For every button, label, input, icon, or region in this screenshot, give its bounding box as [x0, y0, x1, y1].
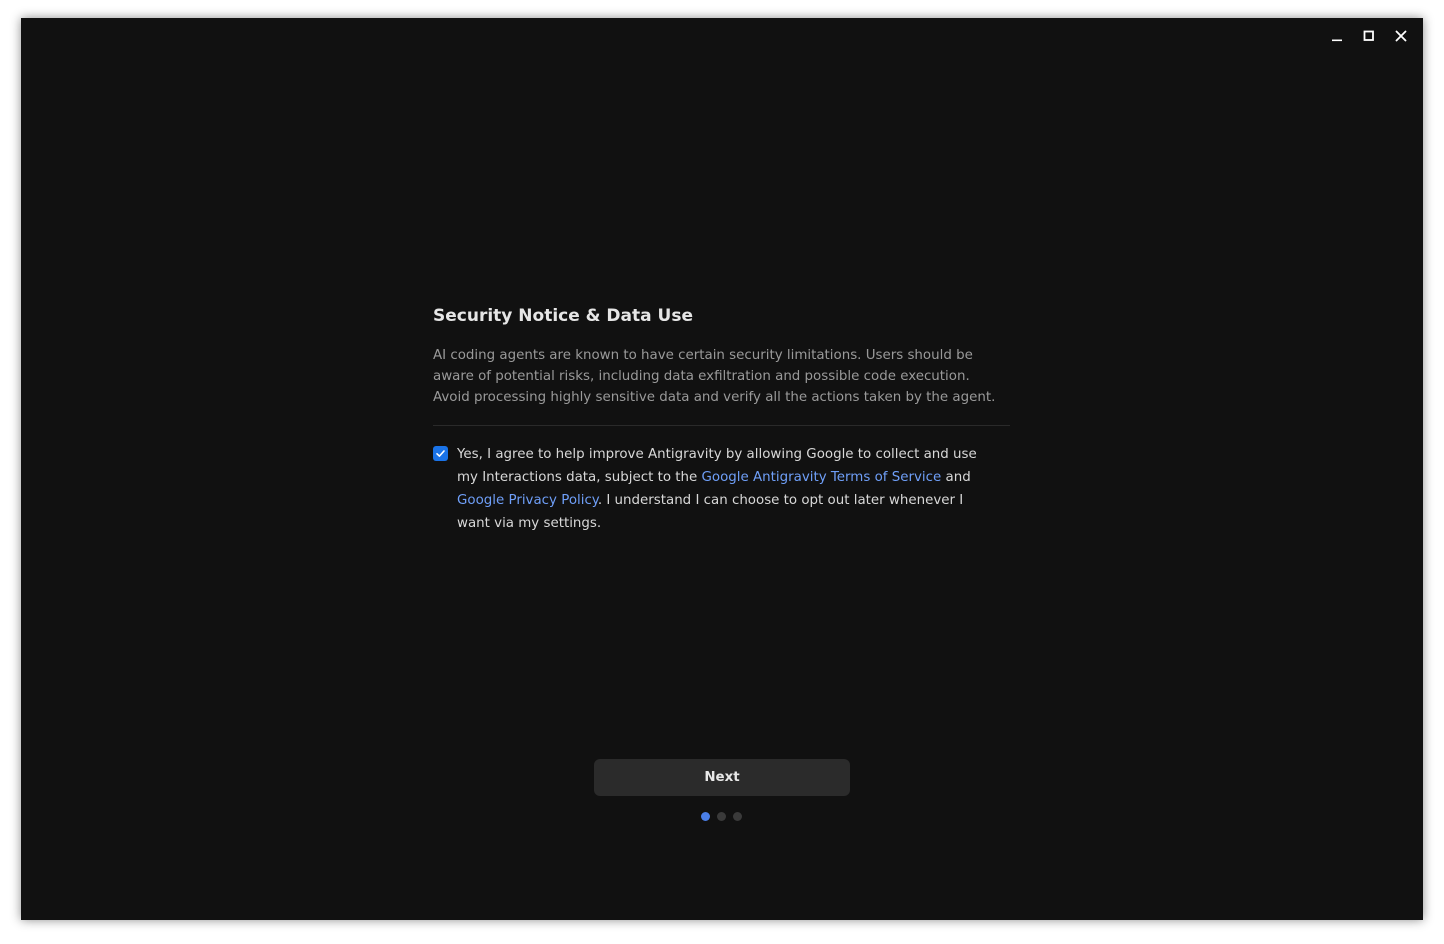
consent-text-part2: and: [941, 470, 971, 485]
maximize-button[interactable]: [1353, 26, 1385, 46]
minimize-icon: [1332, 39, 1342, 42]
pagination-dot-3[interactable]: [733, 812, 742, 821]
security-notice-panel: Security Notice & Data Use AI coding age…: [433, 304, 1010, 535]
maximize-icon: [1363, 30, 1374, 41]
window-controls: [1321, 26, 1417, 46]
notice-description: AI coding agents are known to have certa…: [433, 348, 996, 405]
divider: [433, 425, 1010, 426]
pagination-dot-2[interactable]: [717, 812, 726, 821]
privacy-policy-link[interactable]: Google Privacy Policy: [457, 493, 598, 508]
consent-row: Yes, I agree to help improve Antigravity…: [433, 443, 1010, 535]
page-title: Security Notice & Data Use: [433, 306, 693, 326]
checkmark-icon: [436, 450, 445, 457]
close-button[interactable]: [1385, 26, 1417, 46]
pagination-dot-1[interactable]: [701, 812, 710, 821]
pagination-dots: [701, 812, 742, 821]
app-window: Security Notice & Data Use AI coding age…: [21, 18, 1423, 920]
minimize-button[interactable]: [1321, 26, 1353, 46]
next-button[interactable]: Next: [594, 759, 850, 796]
consent-checkbox[interactable]: [433, 446, 448, 461]
terms-of-service-link[interactable]: Google Antigravity Terms of Service: [702, 470, 942, 485]
consent-text: Yes, I agree to help improve Antigravity…: [457, 443, 997, 535]
close-icon: [1395, 30, 1407, 42]
